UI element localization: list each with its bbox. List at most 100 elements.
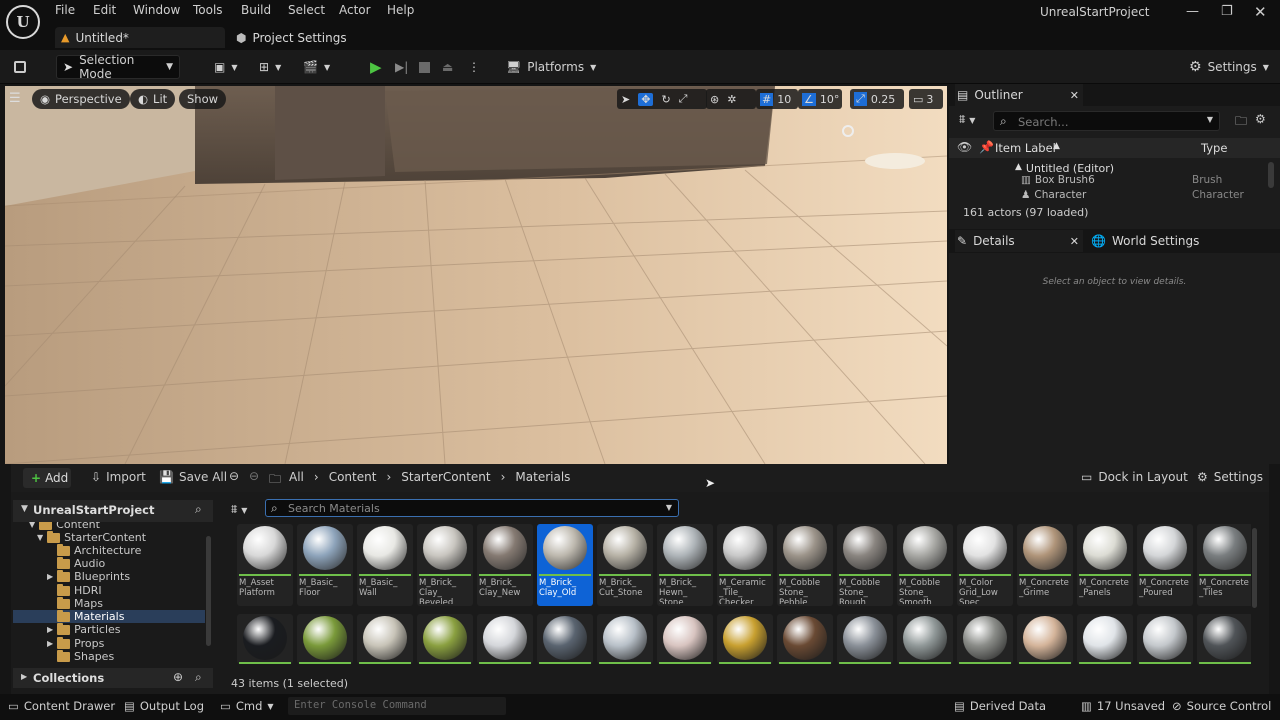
column-item-label[interactable]: Item Label (995, 141, 1056, 155)
tab-details[interactable]: ✎ Details ✕ (955, 230, 1083, 252)
asset-tile[interactable] (897, 614, 953, 664)
more-options-icon[interactable]: ⋮ (462, 55, 486, 79)
tree-item-architecture[interactable]: Architecture (57, 543, 141, 557)
play-icon[interactable]: ▶ (364, 55, 388, 79)
asset-tile[interactable] (777, 614, 833, 664)
stop-icon[interactable] (413, 55, 436, 79)
asset-tile[interactable] (537, 614, 593, 664)
tree-item-particles[interactable]: ▶ Particles (47, 622, 121, 636)
perspective-button[interactable]: ◉ Perspective (32, 89, 130, 109)
close-icon[interactable]: ✕ (1254, 3, 1267, 21)
camera-speed[interactable]: ▭ 3 (909, 89, 943, 109)
asset-tile[interactable]: M_Concrete _Panels (1077, 524, 1133, 606)
selection-mode-dropdown[interactable]: ➤ Selection Mode ▼ (56, 53, 180, 81)
content-drawer-button[interactable]: ▭ Content Drawer (8, 699, 115, 713)
outliner-search-input[interactable]: ⌕ Search... ▼ (993, 111, 1220, 131)
asset-tile[interactable]: M_Brick_ Clay_ Beveled (417, 524, 473, 606)
asset-tile[interactable]: M_Cobble Stone_ Pebble (777, 524, 833, 606)
scale-tool-icon[interactable]: ⤢ (679, 92, 688, 106)
breadcrumb-all[interactable]: All (289, 470, 304, 484)
tab-outliner[interactable]: ▤ Outliner ✕ (955, 84, 1083, 106)
asset-tile[interactable]: M_Cobble Stone_ Smooth (897, 524, 953, 606)
collections-header[interactable]: ▶ Collections ⊕ ⌕ (13, 668, 213, 688)
search-icon[interactable]: ⌕ (195, 502, 202, 517)
list-item[interactable]: ♟ Character (1021, 189, 1086, 199)
tree-item-audio[interactable]: Audio (57, 556, 105, 570)
scale-snap[interactable]: ⤢ 0.25 (850, 89, 904, 109)
asset-tile[interactable]: M_Ceramic _Tile_ Checker (717, 524, 773, 606)
source-control-button[interactable]: ⊘ Source Control (1172, 699, 1271, 713)
outliner-scrollbar[interactable] (1268, 162, 1274, 188)
derived-data-button[interactable]: ▤ Derived Data (954, 699, 1046, 713)
list-item[interactable]: ▥ Box Brush6 (1021, 174, 1095, 186)
asset-tile[interactable] (417, 614, 473, 664)
asset-tile[interactable]: M_Brick_ Hewn_ Stone (657, 524, 713, 606)
menu-window[interactable]: Window (133, 3, 180, 17)
asset-tile[interactable] (657, 614, 713, 664)
add-button[interactable]: + Add (23, 468, 71, 488)
cb-settings-button[interactable]: ⚙ Settings (1197, 470, 1263, 484)
asset-tile[interactable] (837, 614, 893, 664)
show-button[interactable]: Show (179, 89, 227, 109)
close-tab-icon[interactable]: ✕ (1070, 89, 1079, 102)
save-icon[interactable] (8, 55, 32, 79)
breadcrumb-materials[interactable]: Materials (515, 470, 570, 484)
cinematics-icon[interactable]: 🎬 ▼ (297, 55, 336, 79)
maximize-icon[interactable]: ❐ (1221, 4, 1233, 19)
menu-edit[interactable]: Edit (93, 3, 116, 17)
tree-scrollbar[interactable] (206, 536, 211, 646)
asset-tile[interactable] (957, 614, 1013, 664)
console-input[interactable]: Enter Console Command (288, 697, 506, 715)
asset-tile[interactable] (1197, 614, 1251, 664)
asset-tile[interactable] (297, 614, 353, 664)
visibility-icon[interactable]: 👁 (957, 140, 972, 154)
tab-level[interactable]: ▲ Untitled* (55, 27, 225, 48)
tree-item-props[interactable]: ▶ Props (47, 636, 104, 650)
search-icon[interactable]: ⌕ (195, 670, 202, 685)
gear-icon[interactable]: ⚙ (1255, 112, 1266, 126)
asset-tile[interactable]: M_Concrete _Tiles (1197, 524, 1251, 606)
asset-tile[interactable] (237, 614, 293, 664)
back-icon[interactable]: ⊖ (229, 469, 239, 483)
menu-tools[interactable]: Tools (193, 3, 223, 17)
unreal-logo-icon[interactable]: U (6, 5, 40, 39)
pin-icon[interactable]: 📌 (979, 140, 994, 154)
materials-search-input[interactable]: ⌕ Search Materials ▼ (265, 499, 679, 517)
world-local-icon[interactable]: ⊛ (710, 93, 719, 106)
unsaved-button[interactable]: ▥ 17 Unsaved (1081, 699, 1165, 713)
asset-tile[interactable]: M_Brick_ Clay_New (477, 524, 533, 606)
viewport-menu-icon[interactable]: ☰ (9, 91, 21, 106)
rotation-snap[interactable]: ∠ 10° (798, 89, 842, 109)
surface-snap-icon[interactable]: ✲ (727, 93, 736, 106)
blueprint-icon[interactable]: ⊞ ▼ (253, 55, 287, 79)
tree-item-blueprints[interactable]: ▶ Blueprints (47, 569, 130, 583)
menu-file[interactable]: File (55, 3, 75, 17)
tree-item-materials[interactable]: Materials (13, 609, 205, 623)
asset-tile[interactable]: M_Color Grid_Low Spec (957, 524, 1013, 606)
asset-tile[interactable] (477, 614, 533, 664)
output-log-button[interactable]: ▤ Output Log (124, 699, 204, 713)
asset-tile[interactable]: M_Concrete _Grime (1017, 524, 1073, 606)
asset-tile[interactable]: M_Basic_ Wall (357, 524, 413, 606)
rotate-tool-icon[interactable]: ↻ (661, 93, 670, 106)
asset-tile[interactable] (1137, 614, 1193, 664)
asset-tile[interactable]: M_Asset Platform (237, 524, 293, 606)
asset-tile[interactable] (717, 614, 773, 664)
column-type[interactable]: Type (1201, 141, 1227, 155)
tree-item-maps[interactable]: Maps (57, 596, 103, 610)
select-tool-icon[interactable]: ➤ (621, 93, 630, 106)
grid-snap[interactable]: # 10 (756, 89, 798, 109)
menu-actor[interactable]: Actor (339, 3, 371, 17)
asset-tile[interactable] (597, 614, 653, 664)
cmd-dropdown[interactable]: ▭ Cmd ▼ (220, 699, 274, 713)
platforms-dropdown[interactable]: 🖥 Platforms ▼ (500, 55, 602, 79)
folder-icon[interactable]: 🗀 (269, 470, 281, 491)
collapse-icon[interactable]: ▼ (21, 504, 28, 514)
step-icon[interactable]: ▶| (389, 55, 414, 79)
asset-tile[interactable] (1077, 614, 1133, 664)
import-button[interactable]: ⇩ Import (91, 470, 146, 484)
lit-button[interactable]: ◐ Lit (130, 89, 176, 109)
asset-tile[interactable]: M_Brick_ Clay_Old (537, 524, 593, 606)
asset-grid-scrollbar[interactable] (1252, 528, 1257, 608)
settings-dropdown[interactable]: ⚙ Settings ▼ (1183, 55, 1275, 79)
